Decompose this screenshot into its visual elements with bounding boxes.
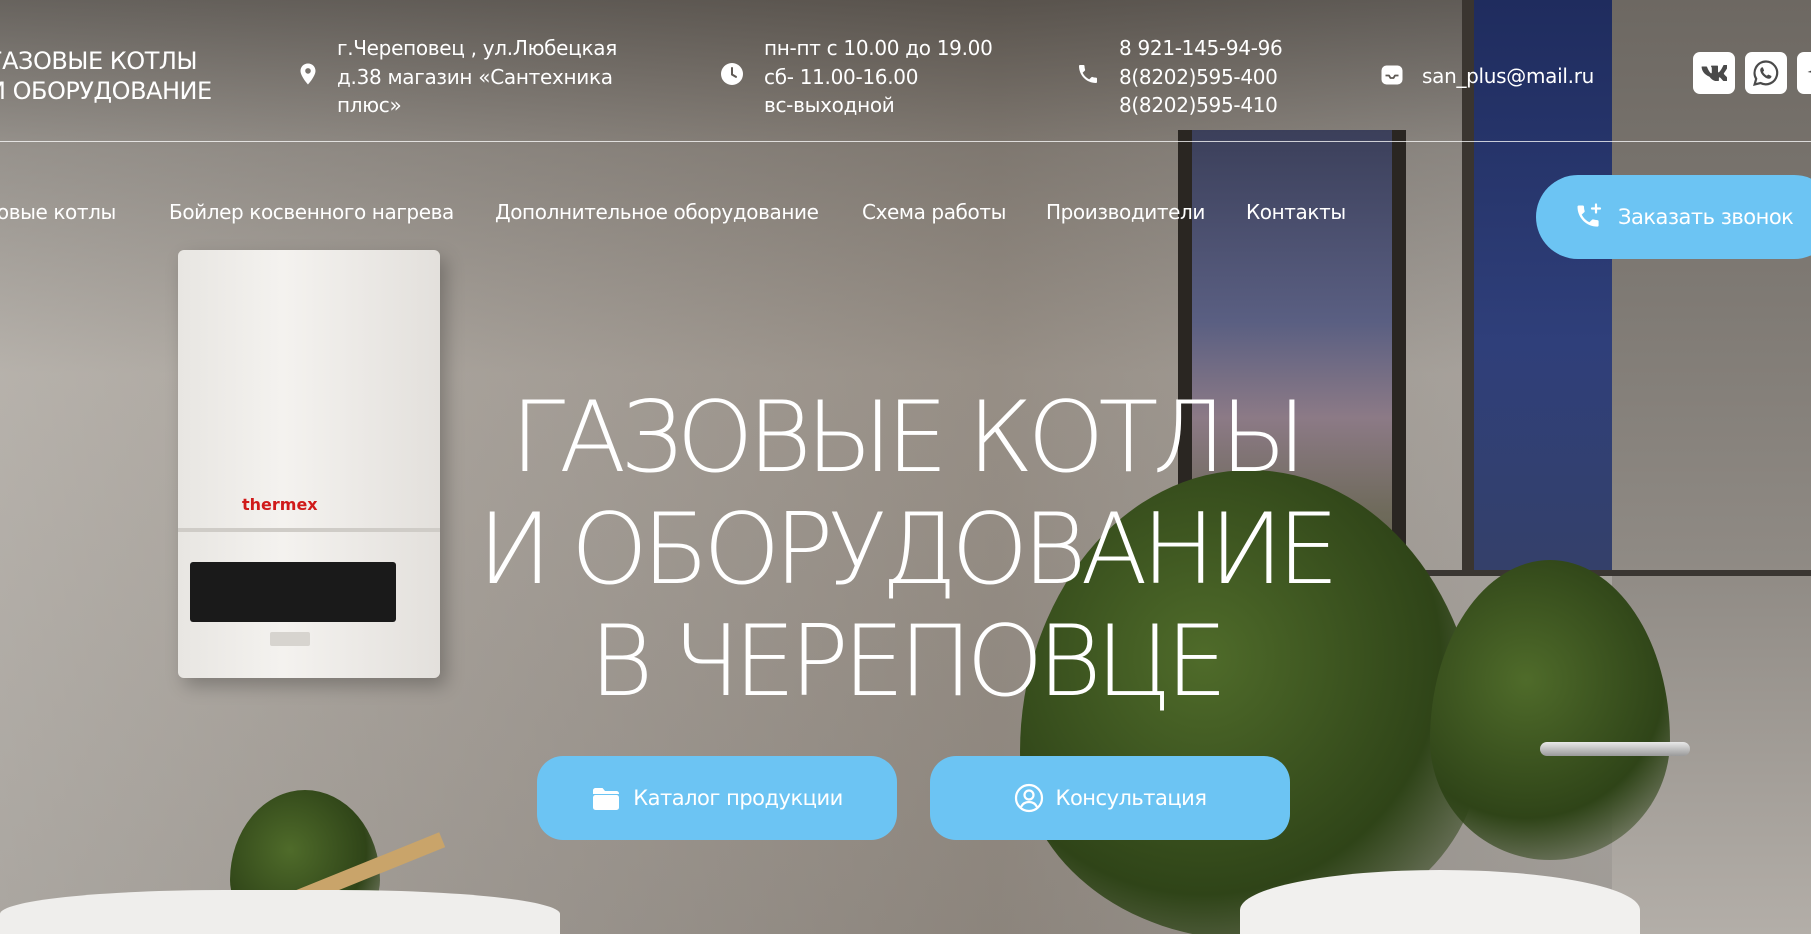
phone-link[interactable]: 8 921-145-94-96: [1119, 34, 1283, 63]
whatsapp-button[interactable]: [1745, 52, 1787, 94]
hours-line: сб- 11.00-16.00: [764, 64, 919, 89]
clock-icon: [721, 63, 743, 85]
phone-link[interactable]: 8(8202)595-400: [1119, 63, 1282, 92]
logo-line-2: И ОБОРУДОВАНИЕ: [0, 77, 212, 105]
logo-line-1: ГАЗОВЫЕ КОТЛЫ: [0, 47, 198, 75]
address-line: плюс»: [337, 93, 402, 117]
faucet: [1540, 742, 1690, 756]
phone-icon: [1079, 65, 1097, 83]
catalog-button[interactable]: Каталог продукции: [537, 756, 897, 840]
address-line: д.38 магазин «Сантехника: [337, 64, 613, 89]
bathtub: [0, 890, 560, 934]
phones-block: 8 921-145-94-96 8(8202)595-400 8(8202)59…: [1119, 34, 1283, 120]
nav-item-manufacturers[interactable]: Производители: [1046, 200, 1205, 224]
hero-title-line: И ОБОРУДОВАНИЕ: [477, 493, 1339, 607]
hours-line: вс-выходной: [764, 93, 895, 117]
hours-block: пн-пт с 10.00 до 19.00 сб- 11.00-16.00 в…: [764, 34, 993, 120]
hero-title-line: В ЧЕРЕПОВЦЕ: [589, 605, 1227, 719]
order-call-label: Заказать звонок: [1618, 205, 1794, 229]
hero-title: ГАЗОВЫЕ КОТЛЫ И ОБОРУДОВАНИЕ В ЧЕРЕПОВЦЕ: [0, 382, 1811, 718]
user-circle-icon: [1014, 783, 1043, 813]
hours-line: пн-пт с 10.00 до 19.00: [764, 36, 993, 60]
address-line: г.Череповец , ул.Любецкая: [337, 36, 617, 60]
telegram-icon: [1807, 70, 1811, 73]
catalog-label: Каталог продукции: [633, 786, 843, 810]
mail-icon: [1381, 65, 1403, 85]
email-link[interactable]: san_plus@mail.ru: [1422, 62, 1594, 91]
address-block: г.Череповец , ул.Любецкая д.38 магазин «…: [337, 34, 617, 120]
nav-item-indirect-boiler[interactable]: Бойлер косвенного нагрева: [169, 200, 454, 224]
top-bar: ГАЗОВЫЕ КОТЛЫ И ОБОРУДОВАНИЕ г.Череповец…: [0, 0, 1811, 142]
nav-item-work-scheme[interactable]: Схема работы: [862, 200, 1006, 224]
page: thermex ГАЗОВЫЕ КОТЛЫ И ОБОРУДОВАНИЕ г.Ч…: [0, 0, 1811, 934]
consultation-label: Консультация: [1055, 786, 1207, 810]
hero-title-line: ГАЗОВЫЕ КОТЛЫ: [510, 381, 1306, 495]
telegram-button[interactable]: [1797, 52, 1811, 94]
consultation-button[interactable]: Консультация: [930, 756, 1290, 840]
location-pin-icon: [300, 63, 316, 85]
nav-item-extra-equipment[interactable]: Дополнительное оборудование: [495, 200, 819, 224]
phone-add-icon: [1577, 203, 1602, 227]
site-logo[interactable]: ГАЗОВЫЕ КОТЛЫ И ОБОРУДОВАНИЕ: [0, 46, 212, 106]
phone-link[interactable]: 8(8202)595-410: [1119, 91, 1282, 120]
nav-item-contacts[interactable]: Контакты: [1246, 200, 1346, 224]
order-call-button[interactable]: Заказать звонок: [1536, 175, 1811, 259]
nav-item-gas-boilers[interactable]: Газовые котлы: [0, 200, 116, 224]
folder-icon: [593, 788, 620, 810]
vk-icon: [1701, 65, 1727, 81]
whatsapp-icon: [1753, 60, 1779, 87]
vk-button[interactable]: [1693, 52, 1735, 94]
